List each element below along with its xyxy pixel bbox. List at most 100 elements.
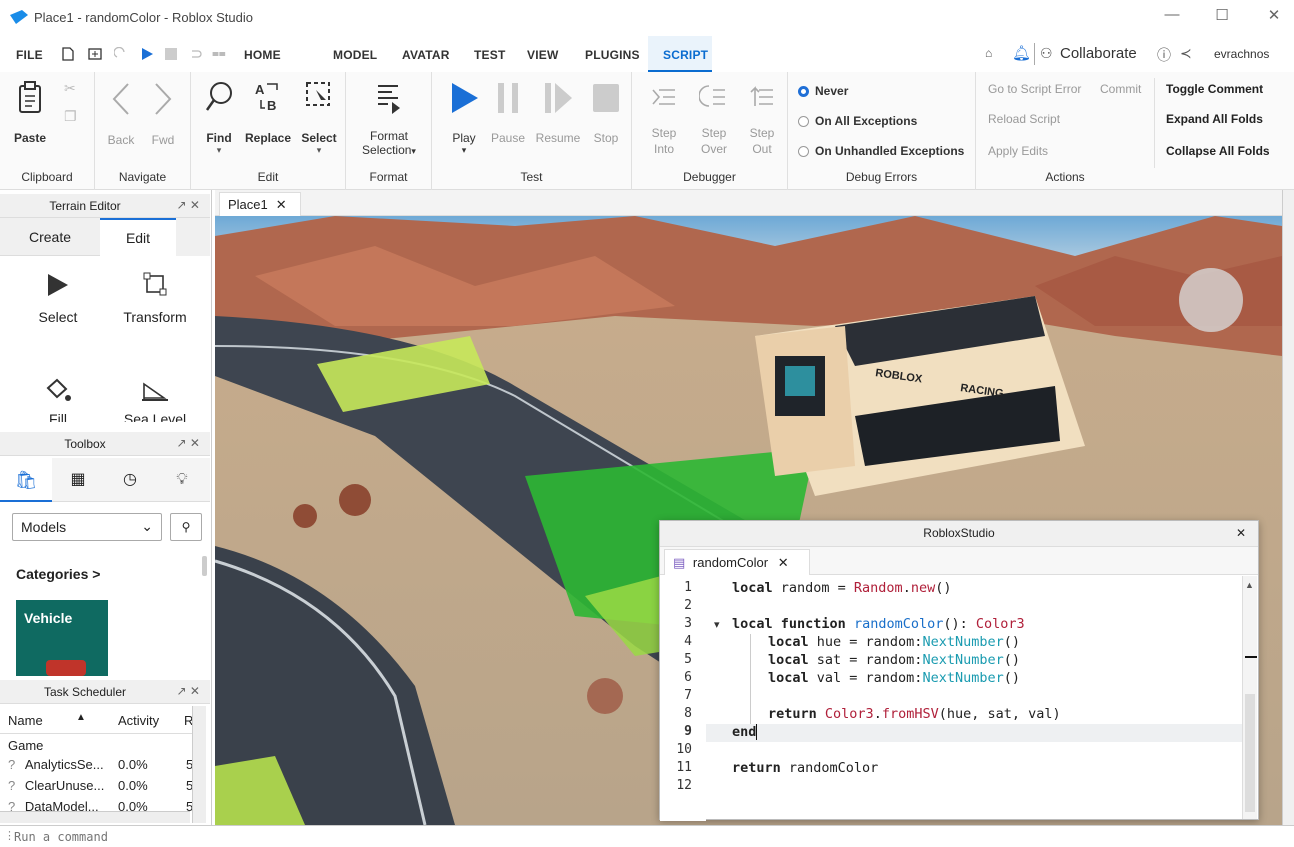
- collaborate-button[interactable]: Collaborate: [1060, 45, 1137, 62]
- radio-never-label: Never: [815, 84, 849, 98]
- toolbox-categories-heading: Categories >: [16, 566, 101, 582]
- select-button[interactable]: Select ▾: [297, 80, 341, 156]
- open-file-icon[interactable]: [88, 47, 102, 61]
- radio-all-dot: [798, 115, 809, 127]
- play-quick-icon[interactable]: [140, 47, 154, 61]
- menu-model[interactable]: MODEL: [333, 48, 377, 62]
- notifications-icon[interactable]: 🔔︎: [1012, 44, 1031, 62]
- tab-randomcolor[interactable]: ▤ randomColor ✕: [664, 549, 810, 575]
- tab-place1[interactable]: Place1 ✕: [219, 192, 301, 216]
- table-row[interactable]: ? AnalyticsSe... 0.0% 5: [8, 757, 198, 772]
- code-line: local random = Random.new(): [732, 580, 952, 596]
- replace-button[interactable]: AB Replace: [243, 80, 293, 145]
- apply-edits-button[interactable]: Apply Edits: [988, 144, 1048, 158]
- terrain-select-tool[interactable]: Select: [18, 272, 98, 325]
- tab-edit[interactable]: Edit: [100, 218, 176, 256]
- new-file-icon[interactable]: [62, 47, 74, 61]
- menu-view[interactable]: VIEW: [527, 48, 558, 62]
- customize-quick-icon[interactable]: ⩵: [212, 46, 226, 61]
- go-to-script-error-button[interactable]: Go to Script Error: [988, 82, 1081, 96]
- play-button[interactable]: Play ▾: [444, 80, 484, 156]
- resume-button[interactable]: Resume: [532, 80, 584, 145]
- minimize-icon[interactable]: —: [1160, 6, 1184, 26]
- forward-button[interactable]: Fwd: [143, 82, 183, 147]
- scroll-thumb[interactable]: [1245, 694, 1255, 812]
- recent-clock-icon[interactable]: ◷: [104, 458, 156, 502]
- maximize-icon[interactable]: ☐: [1210, 6, 1234, 26]
- radio-unhandled-exceptions[interactable]: On Unhandled Exceptions: [798, 144, 964, 158]
- col-name[interactable]: Name: [8, 713, 43, 728]
- radio-all-exceptions[interactable]: On All Exceptions: [798, 114, 917, 128]
- category-tile-vehicle[interactable]: Vehicle: [16, 600, 108, 676]
- toolbox-category-select[interactable]: Models ⌄: [12, 513, 162, 541]
- scheduler-hscrollbar[interactable]: [0, 811, 190, 823]
- share-icon[interactable]: ≺: [1180, 45, 1192, 62]
- menu-avatar[interactable]: AVATAR: [402, 48, 450, 62]
- close-tab-icon[interactable]: ✕: [778, 555, 789, 570]
- panel-dock-close-icon[interactable]: ↗ ✕: [177, 436, 200, 450]
- play-label: Play: [452, 131, 476, 145]
- pause-button[interactable]: Pause: [488, 80, 528, 145]
- toggle-comment-button[interactable]: Toggle Comment: [1166, 82, 1263, 96]
- col-activity[interactable]: Activity: [118, 713, 159, 728]
- editor-vscrollbar[interactable]: ▲: [1242, 576, 1257, 819]
- code-area[interactable]: ▾ local random = Random.new() local func…: [706, 576, 1242, 821]
- command-input[interactable]: [14, 828, 1284, 846]
- close-editor-icon[interactable]: ✕: [1236, 526, 1246, 540]
- toolbox-search-button[interactable]: ⚲: [170, 513, 202, 541]
- panel-dock-close-icon[interactable]: ↗ ✕: [177, 198, 200, 212]
- toolbox-header: Toolbox ↗ ✕: [0, 432, 210, 456]
- cloud-icon[interactable]: ⌂: [985, 46, 992, 60]
- reload-script-button[interactable]: Reload Script: [988, 112, 1060, 126]
- copy-icon[interactable]: ❐: [64, 108, 77, 125]
- format-group: Format Selection▾ Format: [346, 72, 432, 190]
- actions-group-label: Actions: [1045, 170, 1085, 184]
- menu-plugins[interactable]: PLUGINS: [585, 48, 640, 62]
- cut-icon[interactable]: ✂: [64, 80, 76, 97]
- redo-arrow-icon[interactable]: [114, 47, 128, 61]
- terrain-fill-tool[interactable]: Fill: [18, 378, 98, 422]
- toolbox-scrollbar[interactable]: [202, 556, 207, 576]
- edit-group-label: Edit: [257, 170, 279, 184]
- terrain-transform-tool[interactable]: Transform: [110, 272, 200, 325]
- table-row[interactable]: ? ClearUnuse... 0.0% 5: [8, 778, 198, 793]
- expand-all-folds-button[interactable]: Expand All Folds: [1166, 112, 1263, 126]
- commit-button[interactable]: Commit: [1100, 82, 1141, 96]
- stop-button[interactable]: Stop: [586, 80, 626, 145]
- format-selection-button[interactable]: Format Selection▾: [354, 80, 424, 157]
- back-button[interactable]: Back: [101, 82, 141, 147]
- terrain-sea-level-tool[interactable]: Sea Level: [110, 378, 200, 422]
- properties-collapsed-strip[interactable]: [1282, 190, 1294, 825]
- step-into-button[interactable]: Step Into: [642, 82, 686, 157]
- paste-button[interactable]: Paste: [10, 80, 50, 145]
- tab-script[interactable]: SCRIPT: [648, 36, 712, 72]
- panel-dock-close-icon[interactable]: ↗ ✕: [177, 684, 200, 698]
- collapse-all-folds-button[interactable]: Collapse All Folds: [1166, 144, 1270, 158]
- marketplace-bag-icon[interactable]: 🛍︎: [0, 458, 52, 502]
- fold-chevron-icon[interactable]: ▾: [714, 618, 720, 631]
- close-window-icon[interactable]: ✕: [1262, 6, 1286, 26]
- help-icon[interactable]: ⓘ: [1157, 45, 1171, 65]
- user-name[interactable]: evrachnos: [1214, 47, 1269, 61]
- find-magnifier-icon: [205, 82, 232, 111]
- step-over-button[interactable]: Step Over: [692, 82, 736, 157]
- close-tab-icon[interactable]: ✕: [276, 197, 287, 212]
- menu-bar: FILE ⩵ HOME MODEL AVATAR TEST VIEW PLUGI…: [0, 36, 1294, 72]
- menu-home[interactable]: HOME: [244, 48, 281, 62]
- inventory-grid-icon[interactable]: ▦: [52, 458, 104, 502]
- step-into-icon: [652, 89, 675, 105]
- scroll-up-arrow-icon[interactable]: ▲: [1245, 580, 1254, 590]
- find-button[interactable]: Find ▾: [199, 80, 239, 156]
- scheduler-vscrollbar[interactable]: [192, 706, 206, 823]
- format-group-label: Format: [369, 170, 408, 184]
- table-row[interactable]: ? DataModel... 0.0% 5: [8, 799, 198, 811]
- tab-create[interactable]: Create: [0, 218, 100, 256]
- menu-file[interactable]: FILE: [16, 48, 43, 62]
- menu-test[interactable]: TEST: [474, 48, 505, 62]
- row-name: DataModel...: [24, 799, 99, 811]
- stop-quick-icon[interactable]: [165, 48, 177, 60]
- radio-never[interactable]: Never: [798, 84, 848, 98]
- undo-arrow-icon[interactable]: [188, 47, 202, 61]
- step-out-button[interactable]: Step Out: [742, 82, 782, 157]
- creations-bulb-icon[interactable]: 💡︎: [156, 458, 208, 502]
